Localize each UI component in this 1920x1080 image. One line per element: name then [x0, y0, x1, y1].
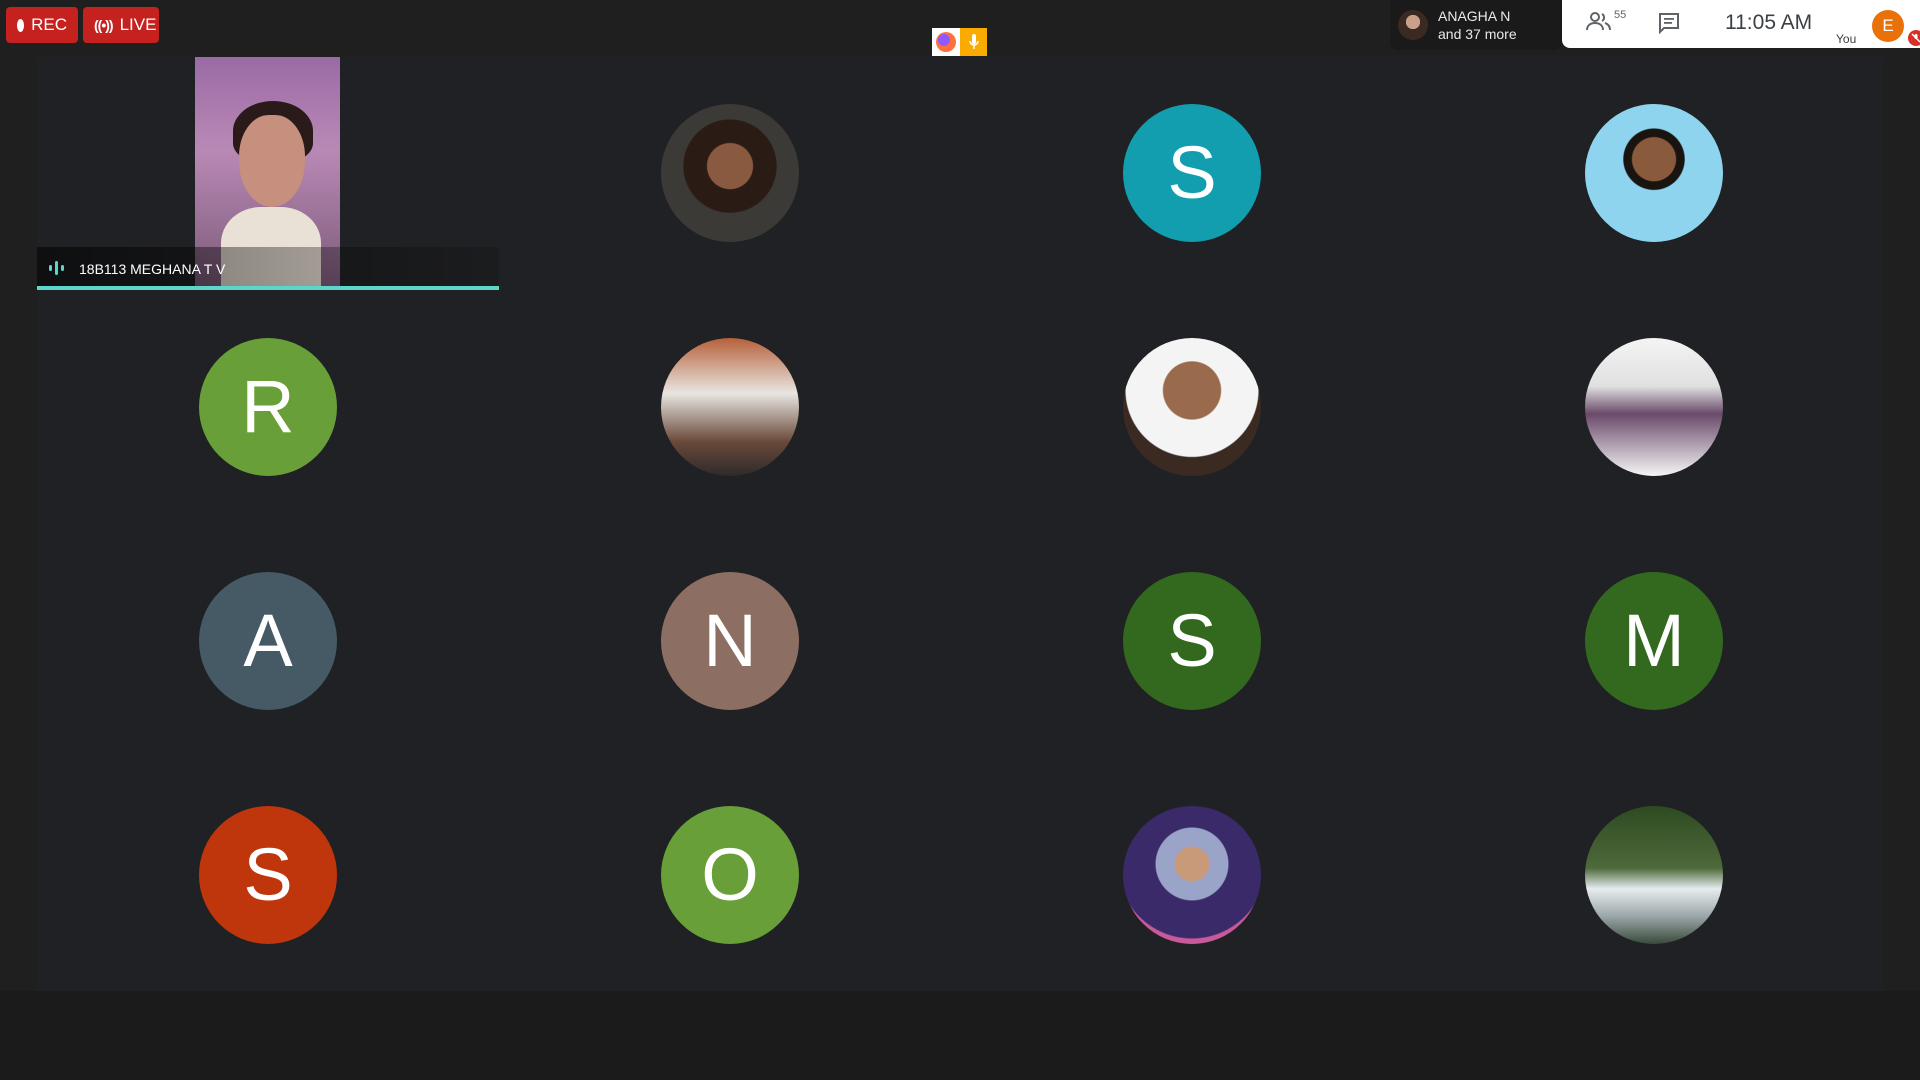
record-dot-icon: [17, 18, 25, 32]
participant-tile[interactable]: S: [961, 57, 1423, 291]
people-button[interactable]: 55: [1586, 9, 1630, 40]
firefox-icon: [932, 28, 960, 56]
participant-initial: A: [199, 572, 337, 710]
participant-tile[interactable]: [961, 291, 1423, 525]
participant-tile[interactable]: A: [37, 525, 499, 759]
rec-label: REC: [31, 15, 67, 34]
participant-tile[interactable]: S: [961, 525, 1423, 759]
participant-tile[interactable]: N: [499, 525, 961, 759]
browser-sharing-indicator[interactable]: [932, 28, 987, 56]
clock: 11:05 AM: [1725, 11, 1813, 34]
participant-initial: N: [661, 572, 799, 710]
self-view[interactable]: E You: [1836, 8, 1920, 48]
participant-initial: O: [661, 806, 799, 944]
mic-off-icon: [1908, 30, 1920, 46]
man-glasses-photo: [1123, 338, 1261, 476]
participant-initial: S: [1123, 572, 1261, 710]
participant-tile-video[interactable]: 18B113 MEGHANA T V: [37, 57, 499, 291]
man-portrait-photo: [1585, 104, 1723, 242]
participant-initial: S: [1123, 104, 1261, 242]
participant-initial: S: [199, 806, 337, 944]
broadcast-icon: ((•)): [94, 17, 114, 33]
audio-level-icon: [49, 261, 65, 275]
participant-tile[interactable]: [1423, 291, 1885, 525]
you-avatar: E: [1872, 10, 1904, 42]
woman-portrait-photo: [661, 104, 799, 242]
live-badge[interactable]: ((•)) LIVE: [83, 7, 159, 43]
speaker-avatar: [1398, 10, 1428, 40]
participant-tile[interactable]: [1423, 57, 1885, 291]
participant-tile[interactable]: S: [37, 759, 499, 993]
bottom-area: [0, 991, 1920, 1080]
participant-tile[interactable]: [499, 57, 961, 291]
participant-tile[interactable]: O: [499, 759, 961, 993]
chat-icon: [1659, 13, 1679, 35]
speaker-others: and 37 more: [1438, 26, 1517, 42]
speaker-name: ANAGHA N: [1438, 8, 1511, 24]
live-label: LIVE: [119, 15, 157, 34]
meeting-controls: 55 11:05 AM E You: [1562, 0, 1920, 48]
participant-initial: R: [199, 338, 337, 476]
participant-grid: 18B113 MEGHANA T V S R A N S M S O: [37, 57, 1883, 991]
participant-tile[interactable]: R: [37, 291, 499, 525]
participant-name: 18B113 MEGHANA T V: [79, 261, 226, 277]
participant-count: 55: [1614, 9, 1627, 21]
active-speaker-bar: [37, 286, 499, 290]
woman-hijab-photo: [1123, 806, 1261, 944]
participant-tile[interactable]: [961, 759, 1423, 993]
classroom-photo: [661, 338, 799, 476]
people-icon: [1586, 12, 1611, 31]
award-group-photo: [1585, 338, 1723, 476]
participant-tile[interactable]: [1423, 759, 1885, 993]
rec-badge[interactable]: REC: [6, 7, 78, 43]
waterfall-photo: [1585, 806, 1723, 944]
active-speaker-indicator[interactable]: ANAGHA N and 37 more: [1390, 0, 1562, 50]
chat-button[interactable]: [1658, 12, 1684, 38]
top-bar: REC ((•)) LIVE ANAGHA N and 37 more 55 1…: [0, 0, 1920, 56]
you-label: You: [1836, 32, 1857, 46]
participant-tile[interactable]: [499, 291, 961, 525]
participant-tile[interactable]: M: [1423, 525, 1885, 759]
microphone-icon: [960, 28, 987, 56]
participant-initial: M: [1585, 572, 1723, 710]
